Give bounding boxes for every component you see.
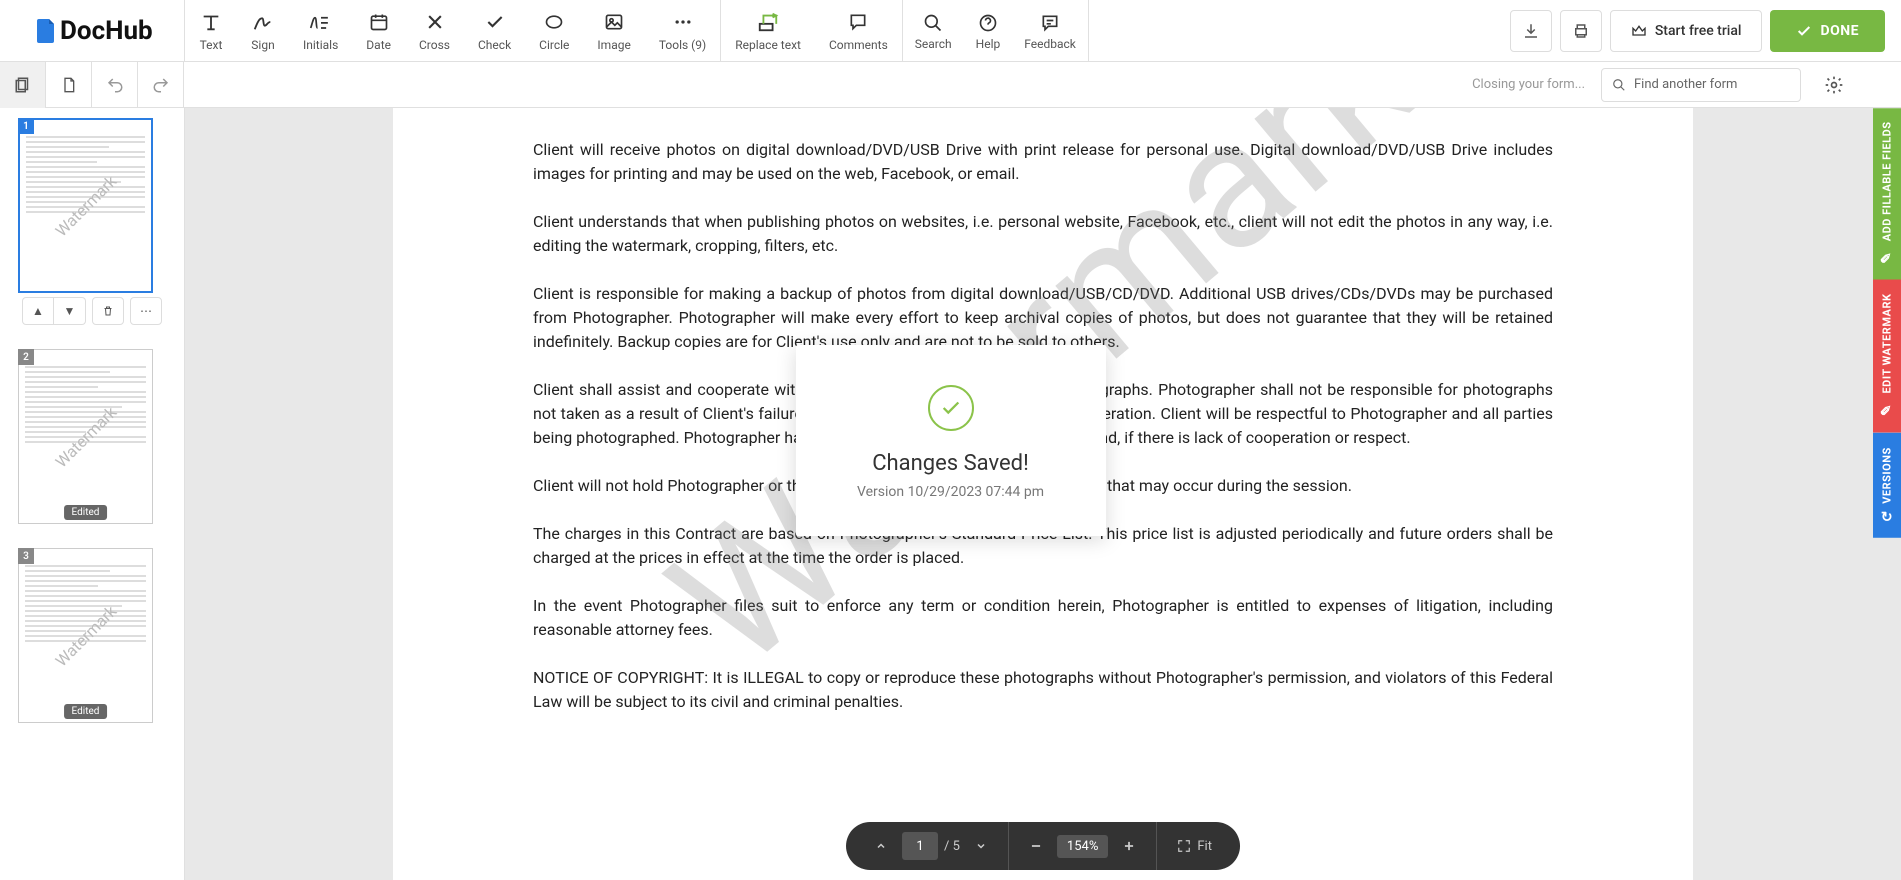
logo-section: DocHub [0, 0, 185, 61]
thumbnails-panel: 1 Watermark ▲ ▼ ⋯ 2 Watermark Edi [0, 108, 185, 880]
replace-icon [756, 10, 780, 34]
cross-tool[interactable]: Cross [405, 0, 464, 61]
feedback-tool[interactable]: Feedback [1012, 0, 1088, 61]
brand-name: DocHub [60, 16, 153, 46]
text-icon [199, 10, 223, 34]
modal-subtitle: Version 10/29/2023 07:44 pm [816, 484, 1086, 500]
add-fillable-fields-tab[interactable]: ✎ ADD FILLABLE FIELDS [1873, 108, 1901, 280]
page-navigator: / 5 154% Fit [846, 822, 1240, 870]
zoom-out-button[interactable] [1021, 831, 1051, 861]
help-icon [976, 11, 1000, 35]
fields-icon: ✎ [1879, 250, 1896, 266]
versions-icon: ↻ [1881, 509, 1893, 525]
main-toolbar: DocHub Text Sign Initials Date Cro [0, 0, 1901, 62]
thumb-delete[interactable] [92, 297, 124, 325]
thumb-move-down[interactable]: ▼ [54, 297, 86, 325]
check-icon [483, 10, 507, 34]
feedback-icon [1038, 11, 1062, 35]
thumb-number: 1 [18, 118, 34, 134]
zoom-level: 154% [1057, 835, 1108, 858]
circle-tool[interactable]: Circle [525, 0, 583, 61]
thumb-move-up[interactable]: ▲ [22, 297, 54, 325]
fit-icon [1177, 839, 1191, 853]
download-button[interactable] [1510, 10, 1552, 52]
thumbnail-page-1[interactable]: 1 Watermark ▲ ▼ ⋯ [10, 118, 174, 325]
search-icon [921, 11, 945, 35]
search-tool[interactable]: Search [903, 0, 964, 61]
replace-text-tool[interactable]: Replace text [721, 0, 815, 61]
comments-tool[interactable]: Comments [815, 0, 902, 61]
undo-button[interactable] [92, 62, 138, 108]
next-page-button[interactable] [966, 831, 996, 861]
side-tabs: ✎ ADD FILLABLE FIELDS ✎ EDIT WATERMARK ↻… [1873, 108, 1901, 538]
thumb-number: 2 [18, 349, 34, 365]
print-button[interactable] [1560, 10, 1602, 52]
prev-page-button[interactable] [866, 831, 896, 861]
modal-title: Changes Saved! [816, 451, 1086, 476]
more-icon [671, 10, 695, 34]
help-tool[interactable]: Help [964, 0, 1013, 61]
tools-more[interactable]: Tools (9) [645, 0, 720, 61]
cross-icon [423, 10, 447, 34]
thumbnail-page-3[interactable]: 3 Watermark Edited [10, 548, 174, 723]
check-tool[interactable]: Check [464, 0, 525, 61]
image-tool[interactable]: Image [583, 0, 644, 61]
secondary-toolbar: Closing your form... Find another form [0, 62, 1901, 108]
initials-tool[interactable]: Initials [289, 0, 352, 61]
find-form-input[interactable]: Find another form [1601, 68, 1801, 102]
redo-button[interactable] [138, 62, 184, 108]
changes-saved-modal: Changes Saved! Version 10/29/2023 07:44 … [796, 345, 1106, 536]
initials-icon [309, 10, 333, 34]
sign-tool[interactable]: Sign [237, 0, 289, 61]
edit-watermark-tab[interactable]: ✎ EDIT WATERMARK [1873, 280, 1901, 433]
thumb-number: 3 [18, 548, 34, 564]
edited-badge: Edited [64, 505, 108, 520]
fit-button[interactable]: Fit [1169, 839, 1220, 854]
success-check-icon [928, 385, 974, 431]
versions-tab[interactable]: ↻ VERSIONS [1873, 433, 1901, 538]
thumbnail-page-2[interactable]: 2 Watermark Edited [10, 349, 174, 524]
comment-icon [846, 10, 870, 34]
page-input[interactable] [902, 832, 938, 860]
crown-icon [1631, 23, 1647, 39]
thumb-more[interactable]: ⋯ [130, 297, 162, 325]
zoom-in-button[interactable] [1114, 831, 1144, 861]
doc-icon [36, 19, 56, 43]
brand-logo[interactable]: DocHub [36, 16, 153, 46]
edited-badge: Edited [64, 704, 108, 719]
start-trial-button[interactable]: Start free trial [1610, 10, 1763, 52]
page-total: / 5 [944, 839, 960, 854]
text-tool[interactable]: Text [185, 0, 237, 61]
done-check-icon [1796, 23, 1812, 39]
pages-panel-toggle[interactable] [0, 62, 46, 108]
search-icon [1612, 78, 1626, 92]
closing-status: Closing your form... [1472, 77, 1585, 92]
image-icon [602, 10, 626, 34]
sign-icon [251, 10, 275, 34]
done-button[interactable]: DONE [1770, 10, 1885, 52]
watermark-tab-icon: ✎ [1879, 403, 1896, 419]
document-panel-toggle[interactable] [46, 62, 92, 108]
date-tool[interactable]: Date [352, 0, 405, 61]
circle-icon [542, 10, 566, 34]
settings-button[interactable] [1817, 68, 1851, 102]
calendar-icon [367, 10, 391, 34]
